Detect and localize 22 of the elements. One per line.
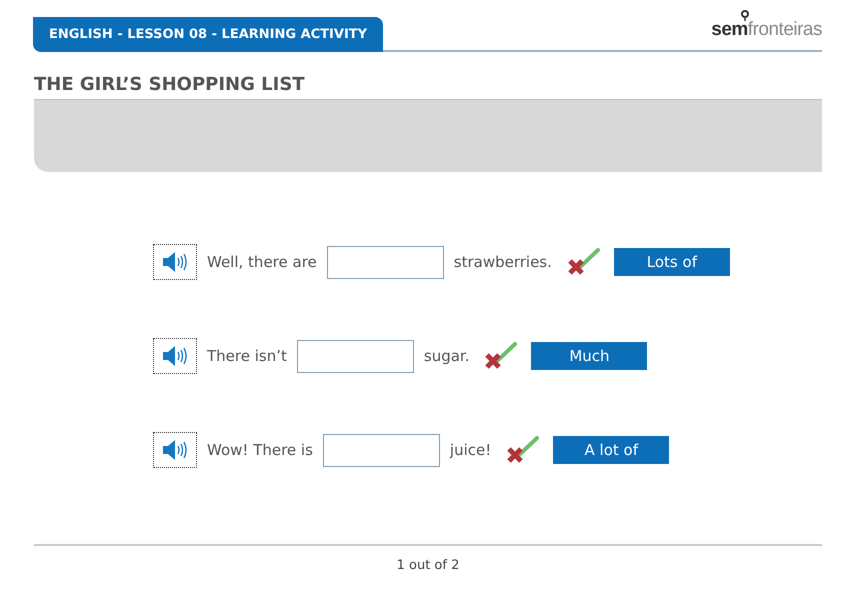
sentence-end: juice! — [450, 441, 492, 459]
answer-field[interactable] — [296, 340, 414, 372]
speaker-icon — [161, 345, 189, 367]
page-indicator: 1 out of 2 — [396, 558, 460, 573]
answer-field[interactable] — [326, 246, 444, 278]
sentence-end: sugar. — [424, 347, 470, 365]
sentence-start: Well, there are — [207, 253, 317, 271]
brand-logo: semfronteiras — [711, 19, 822, 41]
answer-option[interactable]: Much — [531, 342, 648, 370]
answer-field[interactable] — [322, 434, 440, 466]
activity-title: THE GIRL’S SHOPPING LIST — [34, 74, 306, 95]
answer-option[interactable]: Lots of — [614, 248, 730, 276]
speaker-icon — [161, 439, 189, 461]
sentence-end: strawberries. — [454, 253, 552, 271]
audio-button[interactable] — [153, 244, 197, 280]
speaker-icon — [161, 251, 189, 273]
pin-icon — [741, 10, 750, 21]
answer-option[interactable]: A lot of — [553, 436, 670, 464]
sentence-start: There isn’t — [207, 347, 287, 365]
audio-button[interactable] — [153, 432, 197, 468]
audio-button[interactable] — [153, 338, 197, 374]
sentence-start: Wow! There is — [207, 441, 313, 459]
